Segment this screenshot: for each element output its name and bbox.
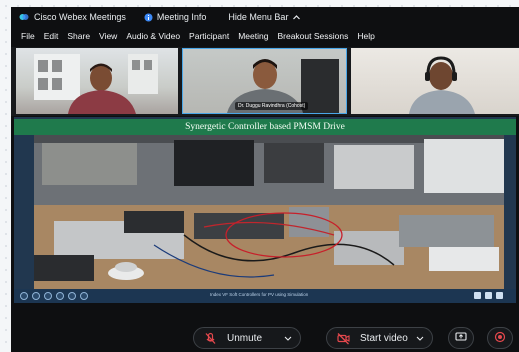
fullscreen-icon[interactable] <box>496 292 503 299</box>
muted-microphone-icon <box>204 332 217 345</box>
record-button[interactable] <box>487 327 513 349</box>
meeting-info-button[interactable]: Meeting Info <box>157 12 207 22</box>
unmute-button[interactable]: Unmute <box>193 327 301 349</box>
pointer-icon[interactable] <box>32 292 40 300</box>
menu-participant[interactable]: Participant <box>189 31 229 41</box>
participant-name-badge: Dr. Duggu Ravindhra (Cohost) <box>235 102 309 110</box>
title-bar: Cisco Webex Meetings Meeting Info Hide M… <box>11 7 519 27</box>
chevron-up-icon[interactable] <box>292 13 301 22</box>
chevron-down-icon[interactable] <box>284 334 292 342</box>
share-content-button[interactable] <box>448 327 474 349</box>
zoom-icon[interactable] <box>56 292 64 300</box>
annotate-icon[interactable] <box>20 292 28 300</box>
webex-logo-icon <box>19 12 29 22</box>
participant-1-video <box>34 54 158 114</box>
participant-video-tile[interactable] <box>16 48 178 114</box>
slide-title: Synergetic Controller based PMSM Drive <box>14 119 516 135</box>
menu-bar: File Edit Share View Audio & Video Parti… <box>11 27 519 45</box>
participant-strip: Dr. Duggu Ravindhra (Cohost) <box>11 47 519 116</box>
menu-edit[interactable]: Edit <box>44 31 59 41</box>
hide-menu-bar-button[interactable]: Hide Menu Bar <box>228 12 288 22</box>
participant-video-tile-active[interactable]: Dr. Duggu Ravindhra (Cohost) <box>182 48 347 114</box>
webex-window: Cisco Webex Meetings Meeting Info Hide M… <box>11 7 519 352</box>
unmute-label: Unmute <box>227 332 263 344</box>
meeting-controls: Unmute Start video <box>11 307 519 352</box>
participant-3-video <box>409 56 475 114</box>
shared-content-toolbar: Index VF Soft Controllers for PV using S… <box>14 289 516 303</box>
menu-audio-video[interactable]: Audio & Video <box>126 31 180 41</box>
lab-setup-photo <box>34 135 504 289</box>
lab-setup-image <box>34 135 504 289</box>
shared-content-view: Synergetic Controller based PMSM Drive I… <box>14 117 516 303</box>
pen-icon[interactable] <box>44 292 52 300</box>
chevron-down-icon[interactable] <box>416 334 424 342</box>
start-video-label: Start video <box>360 332 408 344</box>
menu-meeting[interactable]: Meeting <box>238 31 268 41</box>
menu-share[interactable]: Share <box>67 31 90 41</box>
next-slide-icon[interactable] <box>485 292 492 299</box>
info-icon[interactable] <box>144 13 153 22</box>
menu-file[interactable]: File <box>21 31 35 41</box>
menu-view[interactable]: View <box>99 31 117 41</box>
app-title: Cisco Webex Meetings <box>34 12 126 22</box>
participant-video-tile[interactable] <box>351 48 519 114</box>
eraser-icon[interactable] <box>68 292 76 300</box>
menu-breakout-sessions[interactable]: Breakout Sessions <box>277 31 348 41</box>
slide-footer-caption: Index VF Soft Controllers for PV using S… <box>210 292 309 297</box>
save-icon[interactable] <box>80 292 88 300</box>
menu-help[interactable]: Help <box>357 31 374 41</box>
share-screen-icon <box>455 331 467 346</box>
start-video-button[interactable]: Start video <box>326 327 433 349</box>
video-off-icon <box>337 332 350 345</box>
record-icon <box>494 331 506 346</box>
previous-slide-icon[interactable] <box>474 292 481 299</box>
